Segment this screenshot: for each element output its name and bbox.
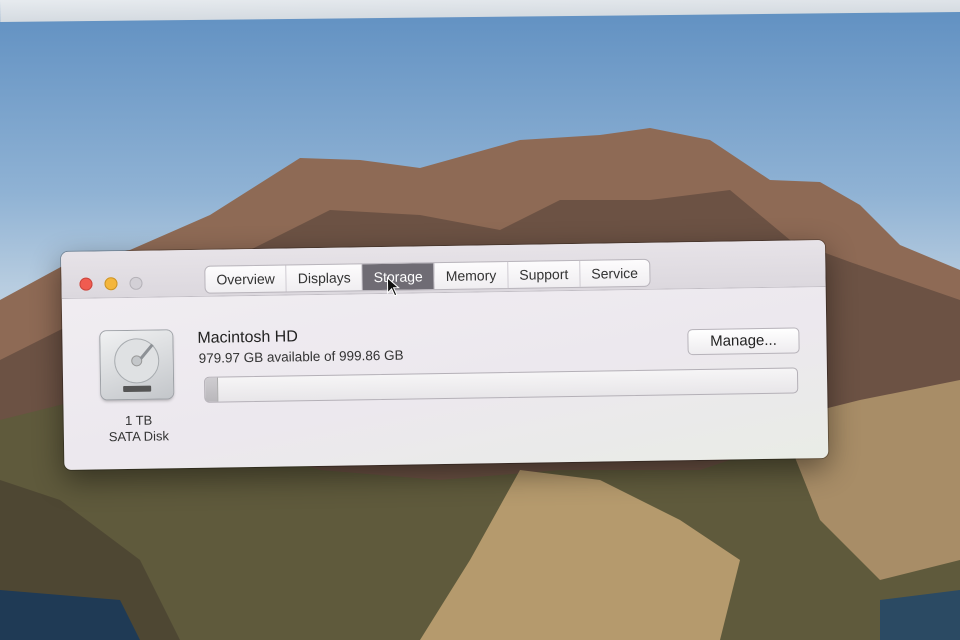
manage-button[interactable]: Manage... (687, 327, 800, 356)
hard-drive-icon (100, 330, 174, 400)
volume-availability: 979.97 GB available of 999.86 GB (198, 347, 404, 366)
mouse-pointer-icon (386, 276, 400, 297)
minimize-button[interactable] (104, 277, 118, 291)
tab-support[interactable]: Support (508, 260, 581, 288)
tab-overview[interactable]: Overview (205, 265, 288, 293)
close-button[interactable] (79, 277, 93, 291)
disk-capacity: 1 TB (124, 412, 153, 429)
about-this-mac-window: Overview Displays Storage Memory Support… (61, 239, 829, 470)
volume-name: Macintosh HD (197, 328, 298, 347)
tab-service[interactable]: Service (580, 260, 649, 287)
tab-displays[interactable]: Displays (286, 264, 363, 292)
storage-used-segment (204, 377, 219, 402)
tab-memory[interactable]: Memory (434, 261, 509, 290)
tab-bar: Overview Displays Storage Memory Support… (204, 258, 651, 294)
storage-usage-bar (203, 367, 799, 403)
zoom-button[interactable] (129, 276, 143, 290)
disk-type: SATA Disk (108, 428, 170, 445)
